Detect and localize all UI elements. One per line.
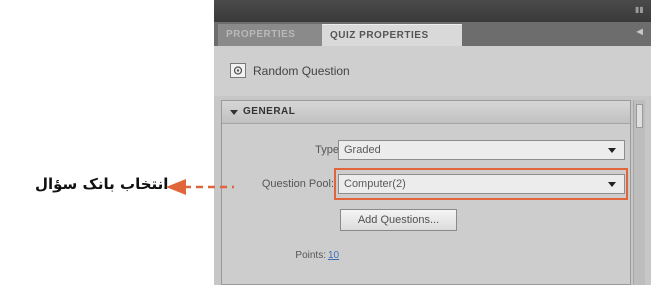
general-section-header[interactable]: GENERAL	[222, 101, 630, 124]
object-header: Random Question	[214, 46, 651, 96]
quiz-properties-panel: ▮▮ PROPERTIES QUIZ PROPERTIES ◄ Random Q…	[214, 0, 651, 285]
type-label: Type:	[315, 144, 342, 156]
random-question-icon	[230, 63, 246, 78]
type-value: Graded	[344, 144, 381, 156]
chevron-down-icon	[608, 148, 616, 153]
points-label: Points:	[295, 250, 326, 261]
points-value[interactable]: 10	[328, 250, 339, 261]
question-pool-label: Question Pool:	[261, 178, 334, 190]
tab-quiz-properties[interactable]: QUIZ PROPERTIES	[322, 24, 462, 46]
tab-properties[interactable]: PROPERTIES	[218, 24, 322, 46]
object-title: Random Question	[253, 64, 350, 78]
section-title: GENERAL	[243, 106, 296, 117]
annotation-arrow-icon	[166, 179, 234, 195]
grip-icon: ▮▮	[635, 5, 644, 14]
collapse-panel-icon[interactable]: ◄	[634, 26, 645, 38]
vertical-scrollbar[interactable]	[633, 100, 645, 285]
add-questions-button[interactable]: Add Questions...	[340, 209, 457, 231]
panel-title-bar: ▮▮	[214, 0, 651, 22]
scroll-thumb[interactable]	[636, 104, 643, 128]
highlight-box	[334, 168, 628, 200]
type-select[interactable]: Graded	[338, 140, 625, 160]
tab-bar: PROPERTIES QUIZ PROPERTIES ◄	[214, 22, 651, 46]
annotation-label: انتخاب بانک سؤال	[35, 175, 169, 193]
expand-triangle-icon[interactable]	[230, 110, 238, 115]
